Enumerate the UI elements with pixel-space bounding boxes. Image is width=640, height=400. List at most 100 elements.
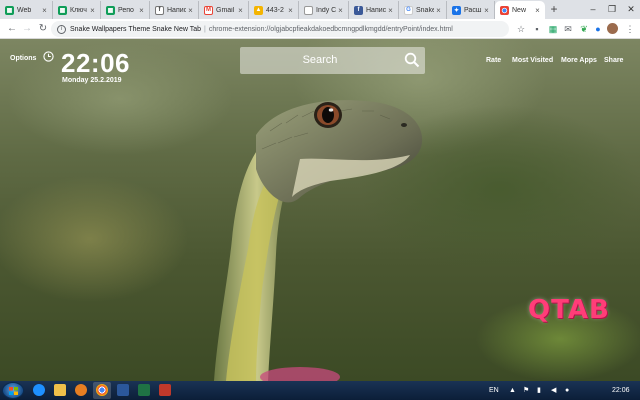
browser-tab[interactable]: G Snake × [399, 1, 447, 19]
start-button[interactable] [2, 382, 24, 399]
tab-label: Напис [366, 6, 386, 14]
qtab-logo[interactable]: QTAB [528, 295, 610, 325]
separator: | [204, 25, 206, 33]
explorer-taskbar-button[interactable] [51, 382, 69, 399]
reload-icon[interactable]: ↻ [36, 22, 50, 36]
tab-label: New [512, 6, 527, 14]
sheets-icon: ▦ [106, 5, 115, 15]
volume-icon[interactable]: ◀ [551, 381, 556, 400]
maximize-icon[interactable]: ❐ [603, 1, 621, 18]
chrome-icon [500, 5, 509, 15]
tab-label: Ключ [70, 6, 87, 14]
close-icon[interactable]: × [186, 6, 195, 15]
search-icon[interactable] [404, 52, 420, 68]
gmail-icon: M [204, 5, 213, 15]
options-link[interactable]: Options [10, 55, 36, 62]
browser-tab[interactable]: Indy C × [299, 1, 349, 19]
windows-icon [9, 387, 18, 395]
close-icon[interactable]: × [137, 6, 146, 15]
menu-icon[interactable]: ⋮ [624, 23, 636, 35]
new-tab-button[interactable]: + [547, 3, 561, 17]
browser-tab-active[interactable]: New × [495, 1, 545, 19]
facebook-icon: f [354, 5, 363, 15]
ie-icon [33, 384, 45, 396]
new-tab-page: Options 22:06 Monday 25.2.2019 Search Ra… [0, 39, 640, 381]
tab-label: 443-2 [266, 6, 284, 14]
close-icon[interactable]: × [286, 6, 295, 15]
back-icon[interactable]: ← [5, 22, 19, 36]
tab-label: Репо [118, 6, 134, 14]
url-text: chrome-extension://olgjabcpfieakdakoedbc… [208, 25, 453, 33]
close-icon[interactable]: × [236, 6, 245, 15]
tray-flag-icon[interactable]: ⚑ [523, 381, 529, 400]
minimize-icon[interactable]: – [584, 1, 602, 18]
browser-tab[interactable]: ▦ Web × [0, 1, 53, 19]
excel-icon [138, 384, 150, 396]
share-link[interactable]: Share [604, 57, 623, 64]
site-info-icon[interactable]: i [57, 24, 66, 34]
leaf-extension-icon[interactable]: ❦ [578, 23, 590, 35]
browser-tab[interactable]: ▲ 443-2 × [249, 1, 299, 19]
sheets-extension-icon[interactable]: ▦ [547, 23, 559, 35]
browser-tab[interactable]: M Gmail × [199, 1, 249, 19]
rate-link[interactable]: Rate [486, 57, 501, 64]
address-bar[interactable]: i Snake Wallpapers Theme Snake New Tab |… [51, 21, 509, 37]
close-icon[interactable]: × [336, 6, 345, 15]
globe-icon [304, 5, 313, 15]
avatar[interactable] [607, 23, 618, 34]
drive-icon: ▲ [254, 5, 263, 15]
browser-tab[interactable]: f Напис × [349, 1, 399, 19]
tab-label: Расши [464, 6, 482, 14]
more-apps-link[interactable]: More Apps [561, 57, 597, 64]
bookmark-star-icon[interactable]: ☆ [515, 23, 527, 35]
dot-extension-icon[interactable]: ● [592, 23, 604, 35]
language-indicator[interactable]: EN [489, 381, 499, 400]
close-icon[interactable]: × [386, 6, 395, 15]
sheets-icon: ▦ [5, 5, 14, 15]
search-box[interactable]: Search [240, 47, 425, 74]
clock-icon [43, 51, 54, 62]
forward-icon[interactable]: → [20, 22, 34, 36]
tray-app-icon[interactable]: ● [565, 381, 569, 400]
taskbar: EN ▲ ⚑ ▮ ◀ ● 22:06 [0, 381, 640, 400]
tray-arrow-icon[interactable]: ▲ [509, 381, 516, 400]
tab-strip: ▦ Web × ▦ Ключ × ▦ Репо × f Напис × M Gm… [0, 0, 640, 19]
most-visited-link[interactable]: Most Visited [512, 57, 553, 64]
close-icon[interactable]: × [482, 6, 491, 15]
browser-tab[interactable]: ▦ Ключ × [53, 1, 101, 19]
app-taskbar-button[interactable] [156, 382, 174, 399]
page-title: Snake Wallpapers Theme Snake New Tab [70, 25, 201, 33]
extension-icon[interactable]: ▪ [531, 23, 543, 35]
close-icon[interactable]: × [88, 6, 97, 15]
app-icon [159, 384, 171, 396]
mail-extension-icon[interactable]: ✉ [562, 23, 574, 35]
media-taskbar-button[interactable] [72, 382, 90, 399]
google-icon: G [404, 5, 413, 15]
close-icon[interactable]: × [434, 6, 443, 15]
clock-time: 22:06 [61, 48, 130, 78]
browser-tab[interactable]: f Напис × [150, 1, 199, 19]
word-taskbar-button[interactable] [114, 382, 132, 399]
puzzle-icon: ✦ [452, 5, 461, 15]
network-icon[interactable]: ▮ [537, 381, 541, 400]
taskbar-clock[interactable]: 22:06 [612, 381, 630, 400]
ie-taskbar-button[interactable] [30, 382, 48, 399]
browser-tab[interactable]: ✦ Расши × [447, 1, 495, 19]
tab-label: Web [17, 6, 32, 14]
sheets-icon: ▦ [58, 5, 67, 15]
chrome-taskbar-button[interactable] [93, 382, 111, 399]
excel-taskbar-button[interactable] [135, 382, 153, 399]
snake-wallpaper [214, 100, 423, 381]
toolbar: ← → ↻ i Snake Wallpapers Theme Snake New… [0, 19, 640, 39]
media-icon [75, 384, 87, 396]
tab-label: Indy C [316, 6, 336, 14]
clock-date: Monday 25.2.2019 [62, 77, 122, 84]
tab-label: Напис [167, 6, 186, 14]
close-icon[interactable]: × [533, 6, 542, 15]
folder-icon [54, 384, 66, 396]
browser-tab[interactable]: ▦ Репо × [101, 1, 150, 19]
tab-label: Snake [416, 6, 434, 14]
close-icon[interactable]: × [40, 6, 49, 15]
search-input[interactable]: Search [240, 47, 400, 74]
close-window-icon[interactable]: ✕ [622, 1, 640, 18]
